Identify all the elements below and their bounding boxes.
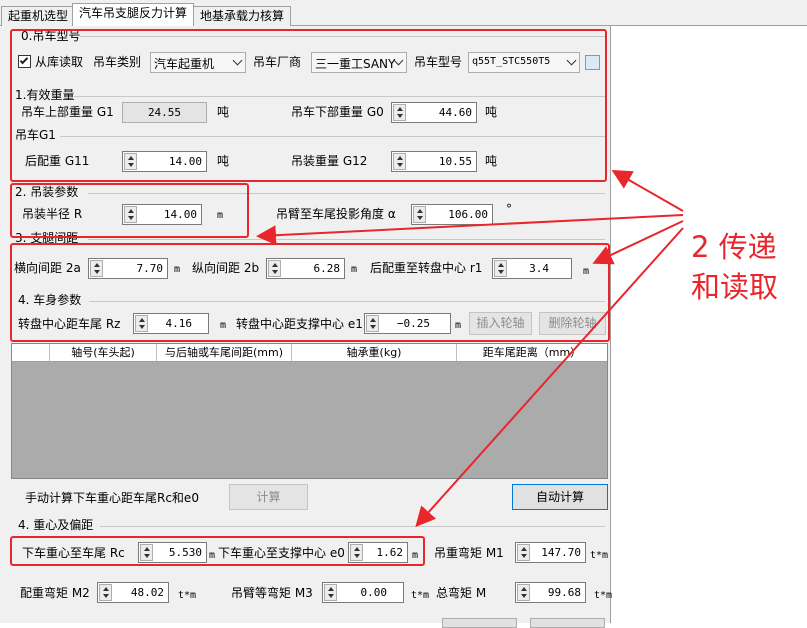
arrow-to-lift bbox=[256, 214, 684, 246]
arrow-to-cog bbox=[415, 227, 684, 527]
arrow-to-crane bbox=[611, 170, 684, 212]
annotation-text-2: 和读取 bbox=[691, 270, 779, 304]
annotation-arrows bbox=[256, 170, 684, 527]
annotation-text-1: 2 传递 bbox=[691, 230, 777, 264]
